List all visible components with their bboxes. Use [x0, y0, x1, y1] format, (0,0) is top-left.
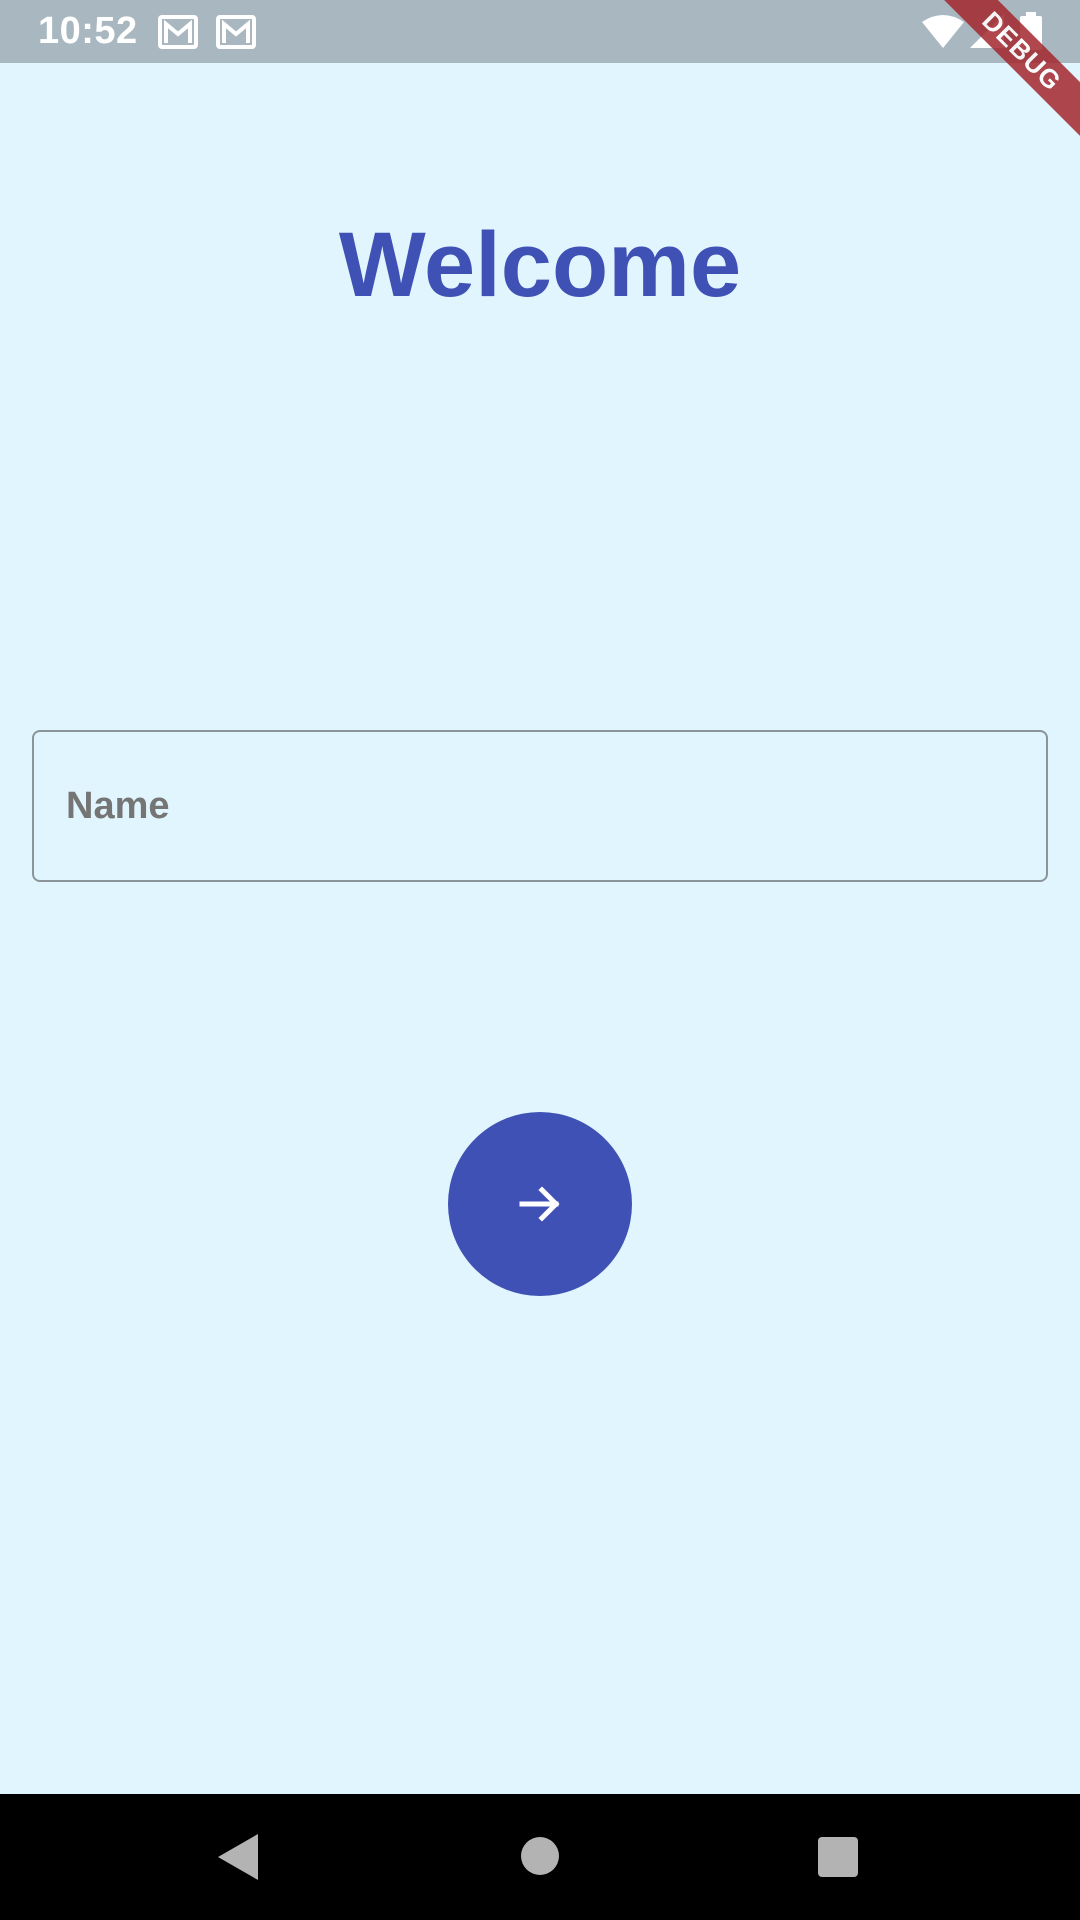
status-time: 10:52 — [38, 10, 138, 52]
back-icon[interactable] — [218, 1834, 258, 1880]
recents-icon[interactable] — [818, 1837, 858, 1877]
arrow-forward-icon — [516, 1180, 564, 1228]
gmail-icon — [216, 15, 256, 54]
navigation-bar — [0, 1794, 1080, 1920]
home-icon[interactable] — [521, 1837, 559, 1875]
name-field — [32, 730, 1048, 882]
gmail-icon — [158, 15, 198, 54]
next-button[interactable] — [448, 1112, 632, 1296]
wifi-icon — [922, 14, 964, 53]
status-bar: 10:52 — [0, 0, 1080, 63]
page-title: Welcome — [338, 214, 742, 316]
name-input[interactable] — [34, 732, 1046, 880]
app-screen: 10:52 DEBUG Welcome Name — [0, 0, 1080, 1920]
